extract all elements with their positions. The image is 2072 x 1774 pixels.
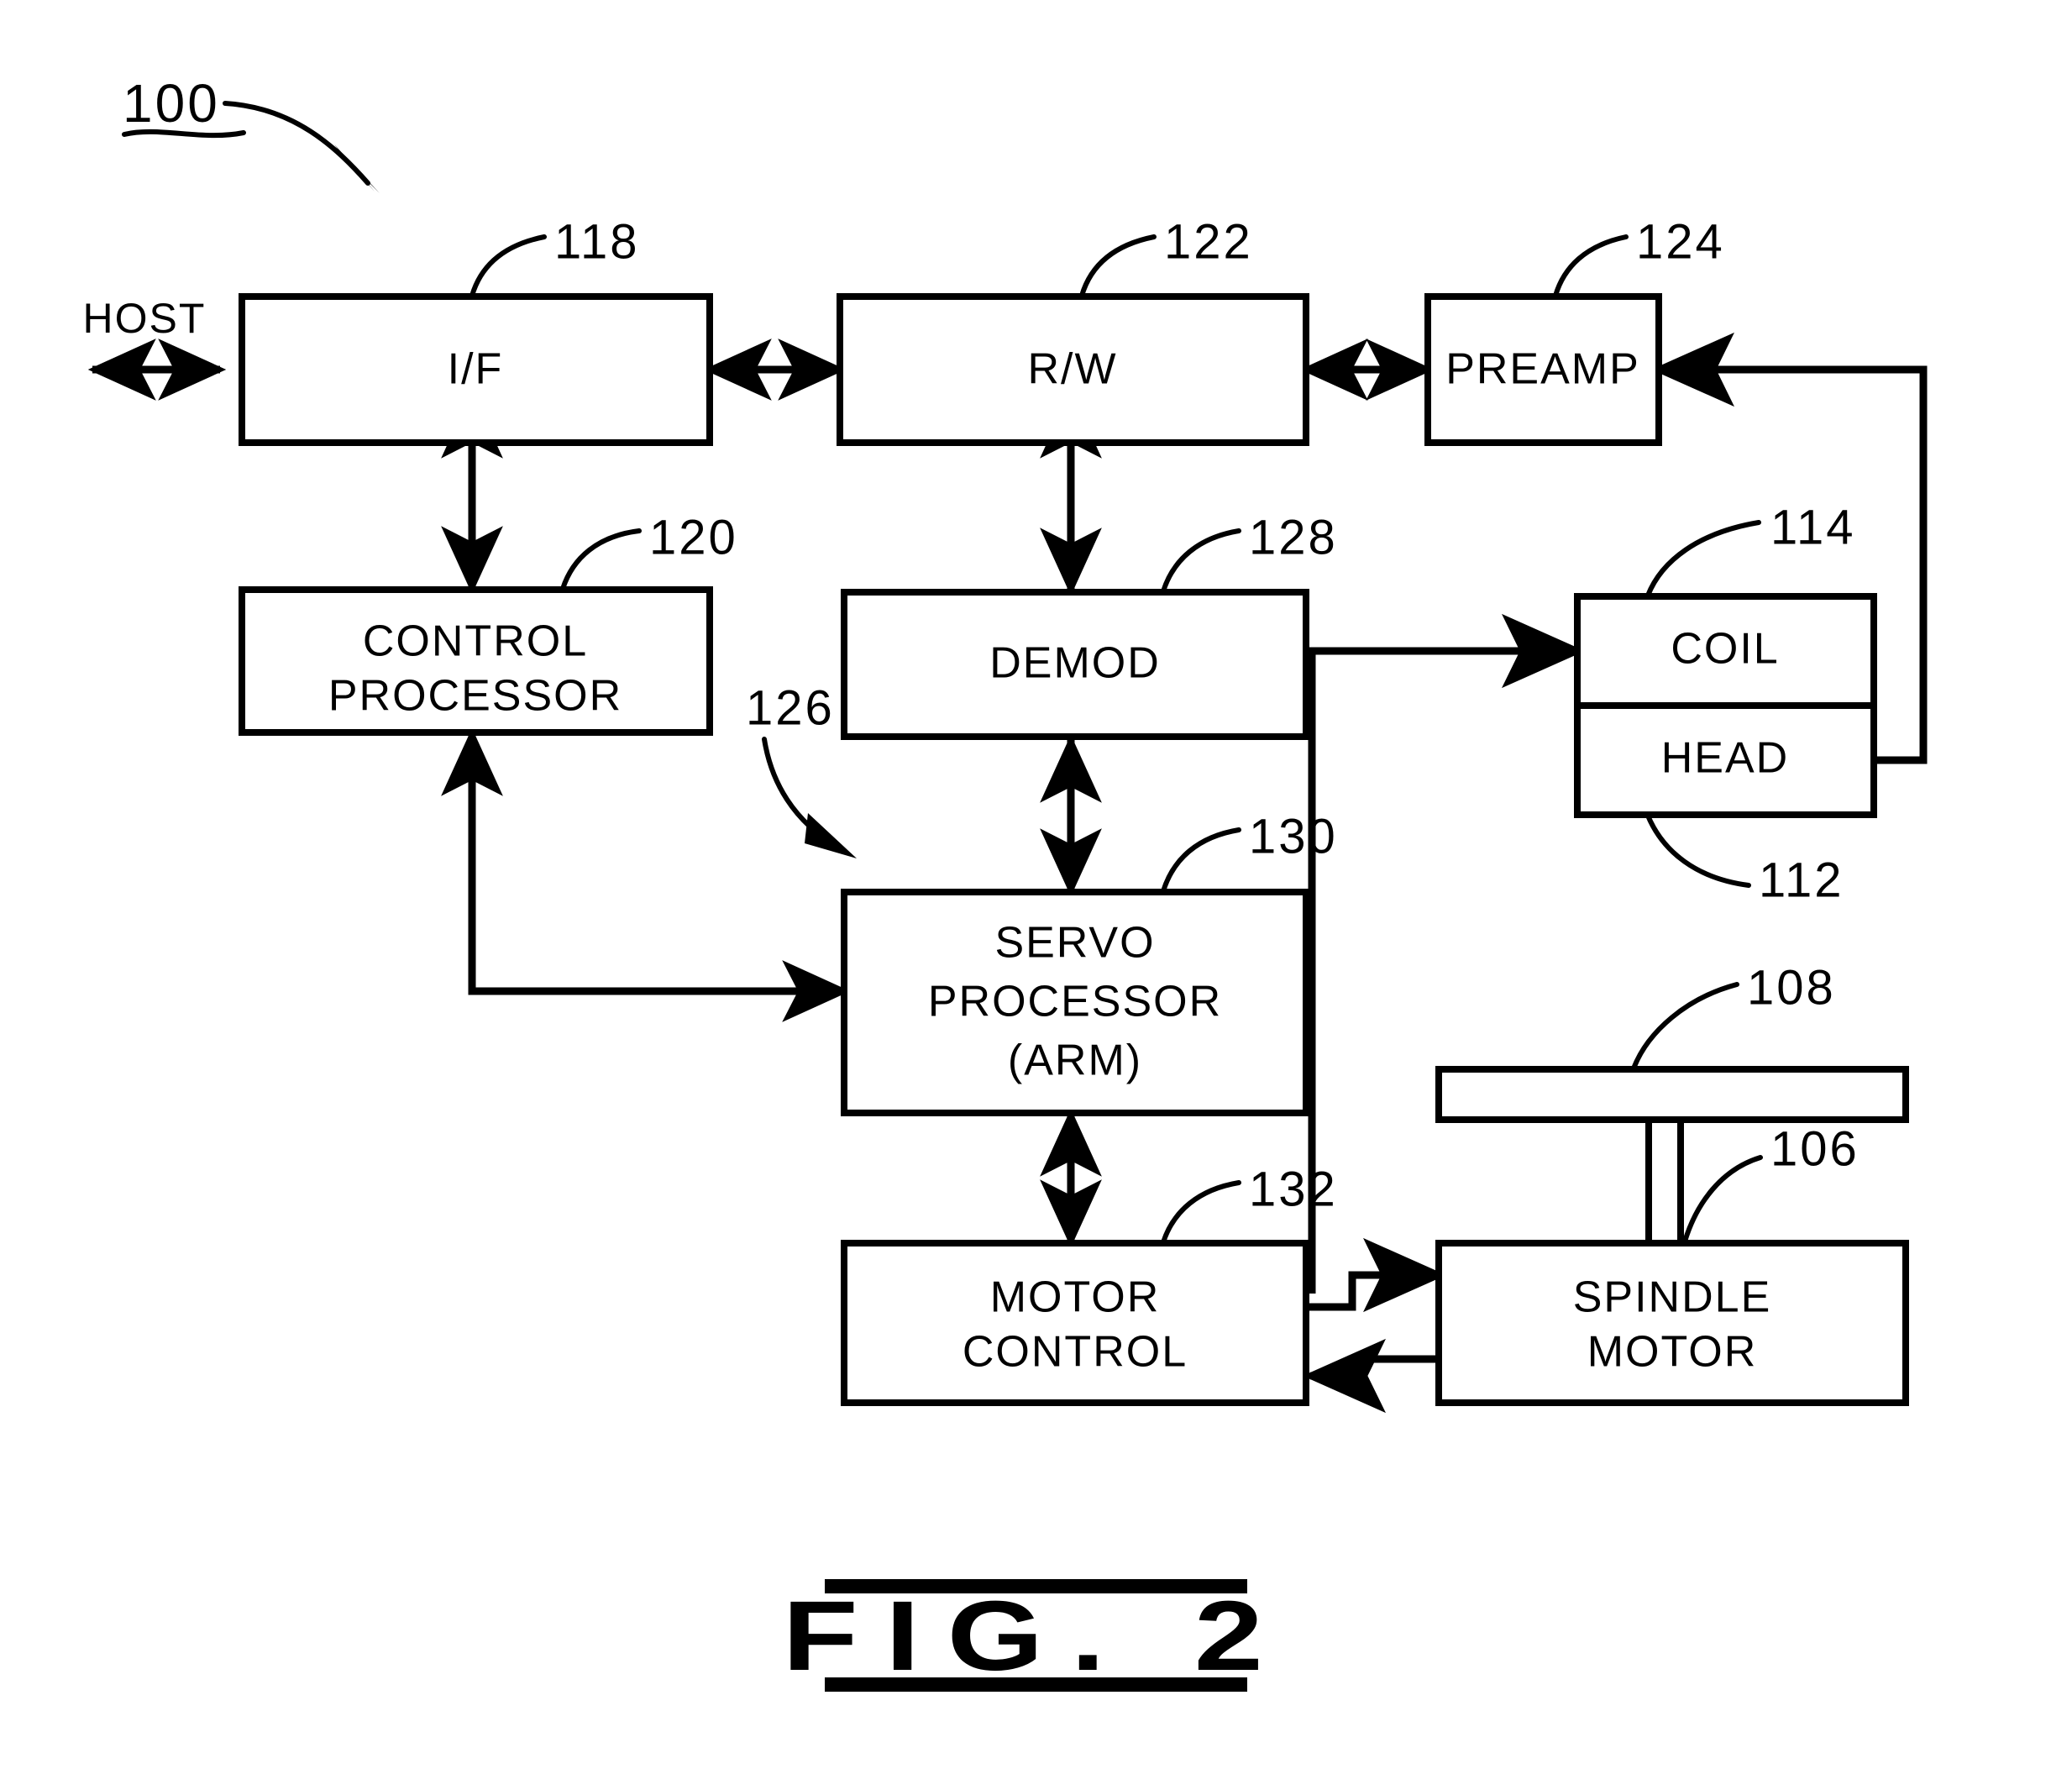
block-preamp-label: PREAMP [1445,345,1640,394]
ref-disc-number: 108 [1747,960,1836,1015]
ref-leader-servo-channel: 126 [746,680,857,858]
block-diagram-canvas: I/F R/W PREAMP CONTROL PROCESSOR DEMOD S… [83,73,1928,1414]
ref-preamp-number: 124 [1636,214,1725,269]
ref-control-processor-number: 120 [649,510,738,564]
spindle-shaft [1645,1116,1684,1247]
ref-read-write-number: 122 [1164,214,1253,269]
connector-spindle-motor-to-motor-control [1303,1338,1439,1414]
block-interface[interactable]: I/F [239,293,713,446]
block-motor-control-label-line1: MOTOR [990,1273,1161,1322]
ref-leader-preamp: 124 [1553,214,1725,298]
ref-head-number: 112 [1759,853,1844,907]
connector-motor-control-to-spindle-motor [1306,1237,1446,1313]
ref-motor-control-number: 132 [1249,1162,1338,1216]
caption-text: FIG. 2 [782,1581,1290,1692]
block-control-processor-label-line1: CONTROL [363,617,588,666]
block-preamp[interactable]: PREAMP [1424,293,1662,446]
block-read-write-label: R/W [1027,345,1117,394]
ref-leader-head: 112 [1645,813,1844,907]
block-spindle-motor[interactable]: SPINDLE MOTOR [1435,1240,1909,1406]
block-servo-processor[interactable]: SERVO PROCESSOR (ARM) [841,889,1309,1116]
block-servo-processor-label-line1: SERVO [994,919,1155,968]
block-control-processor[interactable]: CONTROL PROCESSOR [239,586,713,736]
ref-leader-system: 100 [122,73,380,193]
ref-servo-channel-number: 126 [746,680,835,735]
block-demod-label: DEMOD [989,639,1161,688]
ref-coil-number: 114 [1770,500,1855,554]
ref-spindle-motor-number: 106 [1770,1121,1860,1176]
connector-motor-control-to-coil [1308,613,1585,1294]
block-spindle-motor-label-line1: SPINDLE [1573,1273,1772,1322]
host-text: HOST [83,295,207,342]
block-read-write[interactable]: R/W [837,293,1309,446]
ref-leader-interface: 118 [469,214,639,298]
connector-control-processor-to-servo-processor [441,727,851,1022]
block-demod[interactable]: DEMOD [841,589,1309,740]
ref-interface-number: 118 [554,214,639,269]
ref-leader-disc: 108 [1631,960,1836,1071]
label-host: HOST [83,295,207,342]
ref-leader-spindle-motor: 106 [1682,1121,1860,1244]
block-motor-control-label-line2: CONTROL [963,1328,1188,1377]
ref-leader-demod: 128 [1161,510,1338,594]
block-control-processor-label-line2: PROCESSOR [328,672,622,721]
block-coil-head-assembly[interactable]: COIL HEAD [1574,593,1877,818]
ref-servo-processor-number: 130 [1249,809,1338,863]
block-interface-label: I/F [448,345,504,394]
block-motor-control[interactable]: MOTOR CONTROL [841,1240,1309,1406]
patent-figure-2: I/F R/W PREAMP CONTROL PROCESSOR DEMOD S… [0,0,2072,1774]
ref-demod-number: 128 [1249,510,1338,564]
block-spindle-motor-label-line2: MOTOR [1587,1328,1758,1377]
ref-leader-control-processor: 120 [560,510,738,591]
ref-leader-coil: 114 [1645,500,1855,598]
block-coil-label: COIL [1671,625,1779,674]
ref-leader-read-write: 122 [1079,214,1253,298]
figure-caption-container: FIG. 2 [0,1579,2072,1692]
figure-caption: FIG. 2 [782,1579,1262,1692]
block-head-label: HEAD [1661,734,1789,783]
ref-system-number: 100 [123,73,220,134]
block-servo-processor-label-line2: PROCESSOR [928,978,1222,1026]
block-servo-processor-label-line3: (ARM) [1008,1037,1142,1085]
